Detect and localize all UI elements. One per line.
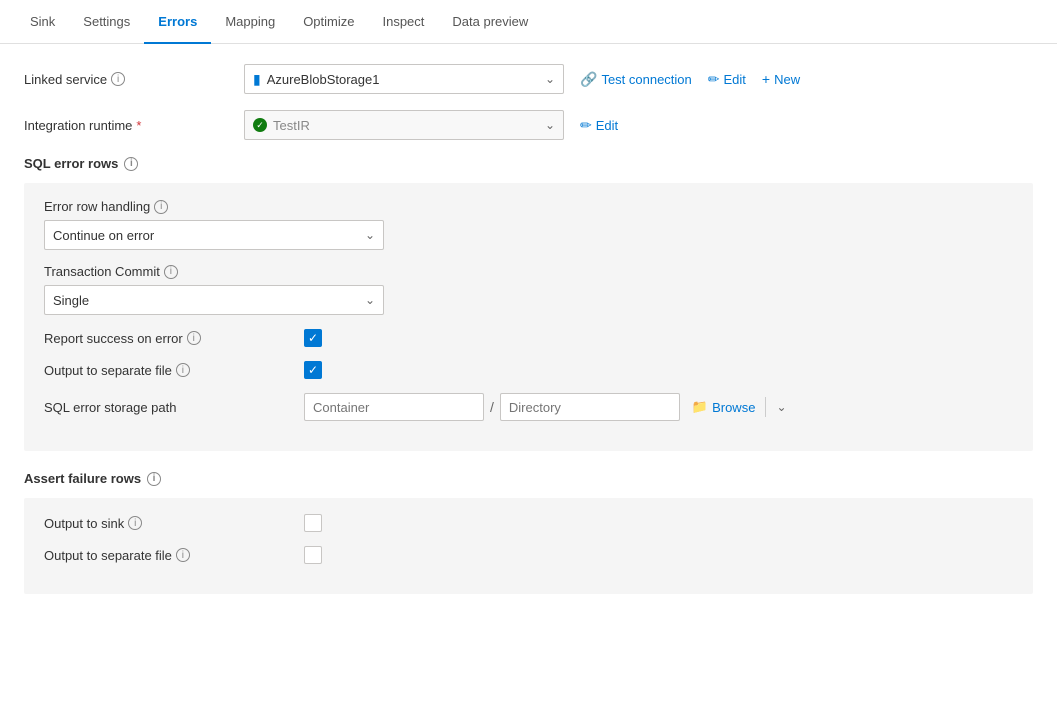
test-connection-button[interactable]: 🔗 Test connection xyxy=(580,71,692,88)
error-row-handling-info-icon: i xyxy=(154,200,168,214)
storage-path-label: SQL error storage path xyxy=(44,400,304,415)
linked-service-dropdown[interactable]: ▮ AzureBlobStorage1 ⌄ xyxy=(244,64,564,94)
content-area: Linked service i ▮ AzureBlobStorage1 ⌄ 🔗… xyxy=(0,44,1057,634)
integration-runtime-dropdown[interactable]: ✓ TestIR ⌄ xyxy=(244,110,564,140)
runtime-chevron-icon: ⌄ xyxy=(545,118,555,132)
browse-chevron-icon[interactable]: ⌄ xyxy=(776,400,786,414)
tab-bar: Sink Settings Errors Mapping Optimize In… xyxy=(0,0,1057,44)
report-success-info-icon: i xyxy=(187,331,201,345)
new-linked-service-button[interactable]: + New xyxy=(762,71,800,87)
assert-output-separate-row: Output to separate file i xyxy=(44,546,1013,564)
output-separate-file-row: Output to separate file i ✓ xyxy=(44,361,1013,379)
edit-linked-service-button[interactable]: ✏ Edit xyxy=(708,71,746,88)
error-row-handling-row: Error row handling i Continue on error ⌄ xyxy=(44,199,1013,250)
assert-output-sink-row: Output to sink i xyxy=(44,514,1013,532)
error-row-handling-label: Error row handling i xyxy=(44,199,1013,214)
assert-failure-rows-info-icon: i xyxy=(147,472,161,486)
linked-service-label: Linked service i xyxy=(24,72,244,87)
assert-output-sink-info-icon: i xyxy=(128,516,142,530)
edit-runtime-button[interactable]: ✏ Edit xyxy=(580,117,618,134)
tab-data-preview[interactable]: Data preview xyxy=(438,0,542,44)
integration-runtime-label: Integration runtime * xyxy=(24,118,244,133)
edit-runtime-icon: ✏ xyxy=(580,117,592,134)
linked-service-actions: 🔗 Test connection ✏ Edit + New xyxy=(580,71,800,88)
tab-mapping[interactable]: Mapping xyxy=(211,0,289,44)
path-separator-icon: / xyxy=(490,399,494,415)
report-success-label: Report success on error i xyxy=(44,331,304,346)
browse-divider xyxy=(765,397,766,417)
transaction-commit-info-icon: i xyxy=(164,265,178,279)
edit-linked-service-icon: ✏ xyxy=(708,71,720,88)
assert-failure-rows-header: Assert failure rows i xyxy=(24,471,1033,486)
tab-inspect[interactable]: Inspect xyxy=(368,0,438,44)
assert-failure-rows-box: Output to sink i Output to separate file… xyxy=(24,498,1033,594)
error-row-handling-dropdown[interactable]: Continue on error ⌄ xyxy=(44,220,384,250)
storage-path-inputs: / 📁 Browse ⌄ xyxy=(304,393,787,421)
runtime-status-icon: ✓ xyxy=(253,118,267,132)
sql-error-rows-info-icon: i xyxy=(124,157,138,171)
sql-error-rows-header: SQL error rows i xyxy=(24,156,1033,171)
container-input[interactable] xyxy=(304,393,484,421)
transaction-commit-dropdown[interactable]: Single ⌄ xyxy=(44,285,384,315)
sql-error-rows-section: Error row handling i Continue on error ⌄… xyxy=(24,183,1033,451)
assert-output-sink-checkbox[interactable] xyxy=(304,514,322,532)
linked-service-value: AzureBlobStorage1 xyxy=(267,72,545,87)
assert-output-sink-label: Output to sink i xyxy=(44,516,304,531)
output-separate-file-info-icon: i xyxy=(176,363,190,377)
assert-output-separate-label: Output to separate file i xyxy=(44,548,304,563)
output-separate-file-label: Output to separate file i xyxy=(44,363,304,378)
tab-sink[interactable]: Sink xyxy=(16,0,69,44)
assert-failure-rows-section: Assert failure rows i Output to sink i O… xyxy=(24,471,1033,594)
integration-runtime-value: TestIR xyxy=(273,118,310,133)
error-row-handling-chevron-icon: ⌄ xyxy=(365,228,375,242)
test-connection-icon: 🔗 xyxy=(580,71,597,88)
directory-input[interactable] xyxy=(500,393,680,421)
tab-optimize[interactable]: Optimize xyxy=(289,0,368,44)
assert-output-separate-info-icon: i xyxy=(176,548,190,562)
integration-runtime-actions: ✏ Edit xyxy=(580,117,618,134)
tab-errors[interactable]: Errors xyxy=(144,0,211,44)
linked-service-row: Linked service i ▮ AzureBlobStorage1 ⌄ 🔗… xyxy=(24,64,1033,94)
blob-storage-icon: ▮ xyxy=(253,71,261,88)
transaction-commit-chevron-icon: ⌄ xyxy=(365,293,375,307)
browse-folder-icon: 📁 xyxy=(692,399,708,415)
browse-button[interactable]: 📁 Browse xyxy=(692,399,756,415)
report-success-checkbox[interactable]: ✓ xyxy=(304,329,322,347)
tab-settings[interactable]: Settings xyxy=(69,0,144,44)
new-linked-service-icon: + xyxy=(762,71,770,87)
assert-output-separate-checkbox[interactable] xyxy=(304,546,322,564)
storage-path-row: SQL error storage path / 📁 Browse ⌄ xyxy=(44,393,1013,421)
linked-service-chevron-icon: ⌄ xyxy=(545,72,555,86)
linked-service-info-icon: i xyxy=(111,72,125,86)
transaction-commit-row: Transaction Commit i Single ⌄ xyxy=(44,264,1013,315)
output-separate-file-checkbox[interactable]: ✓ xyxy=(304,361,322,379)
transaction-commit-label: Transaction Commit i xyxy=(44,264,1013,279)
integration-runtime-row: Integration runtime * ✓ TestIR ⌄ ✏ Edit xyxy=(24,110,1033,140)
report-success-row: Report success on error i ✓ xyxy=(44,329,1013,347)
